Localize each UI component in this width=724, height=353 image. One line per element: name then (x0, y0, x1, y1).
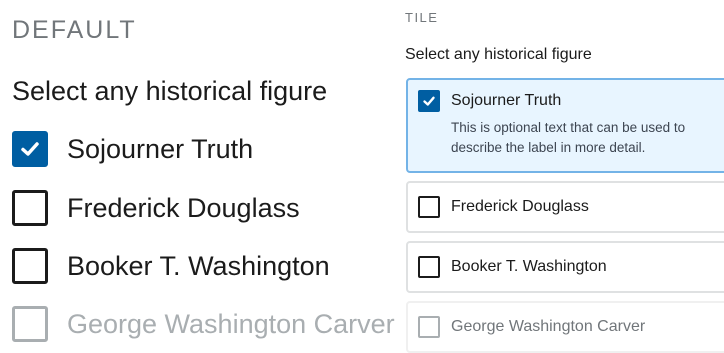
tile-checkbox-sojourner-truth[interactable]: Sojourner Truth This is optional text th… (406, 78, 724, 173)
default-legend: Select any historical figure (12, 76, 328, 106)
tile-label[interactable]: Sojourner Truth (451, 92, 561, 110)
tile-checkbox-booker-t-washington[interactable]: Booker T. Washington (406, 241, 724, 293)
tile-label[interactable]: Frederick Douglass (451, 198, 589, 216)
unchecked-checkbox-icon[interactable] (12, 248, 48, 284)
checkbox-label[interactable]: Booker T. Washington (67, 251, 330, 282)
tile-legend: Select any historical figure (405, 46, 592, 63)
unchecked-checkbox-icon[interactable] (418, 256, 440, 278)
unchecked-checkbox-icon[interactable] (12, 190, 48, 226)
tile-checkbox-frederick-douglass[interactable]: Frederick Douglass (406, 181, 724, 233)
disabled-checkbox-icon (12, 306, 48, 342)
checkbox-label[interactable]: Sojourner Truth (67, 134, 253, 165)
default-checkbox-booker-t-washington[interactable]: Booker T. Washington (12, 245, 330, 287)
default-checkbox-frederick-douglass[interactable]: Frederick Douglass (12, 187, 300, 229)
checkbox-label-disabled: George Washington Carver (67, 308, 395, 339)
checkbox-label[interactable]: Frederick Douglass (67, 193, 300, 224)
tile-checkbox-george-washington-carver: George Washington Carver (406, 301, 724, 353)
disabled-checkbox-icon (418, 316, 440, 338)
default-checkbox-george-washington-carver: George Washington Carver (12, 303, 395, 345)
tile-label[interactable]: Booker T. Washington (451, 258, 607, 276)
tile-section-heading: TILE (405, 10, 439, 25)
unchecked-checkbox-icon[interactable] (418, 196, 440, 218)
checked-checkbox-icon[interactable] (418, 90, 440, 112)
default-checkbox-sojourner-truth[interactable]: Sojourner Truth (12, 128, 253, 170)
tile-label-disabled: George Washington Carver (451, 318, 646, 335)
checked-checkbox-icon[interactable] (12, 131, 48, 167)
default-section-heading: DEFAULT (12, 16, 137, 44)
tile-description: This is optional text that can be used t… (451, 120, 686, 155)
